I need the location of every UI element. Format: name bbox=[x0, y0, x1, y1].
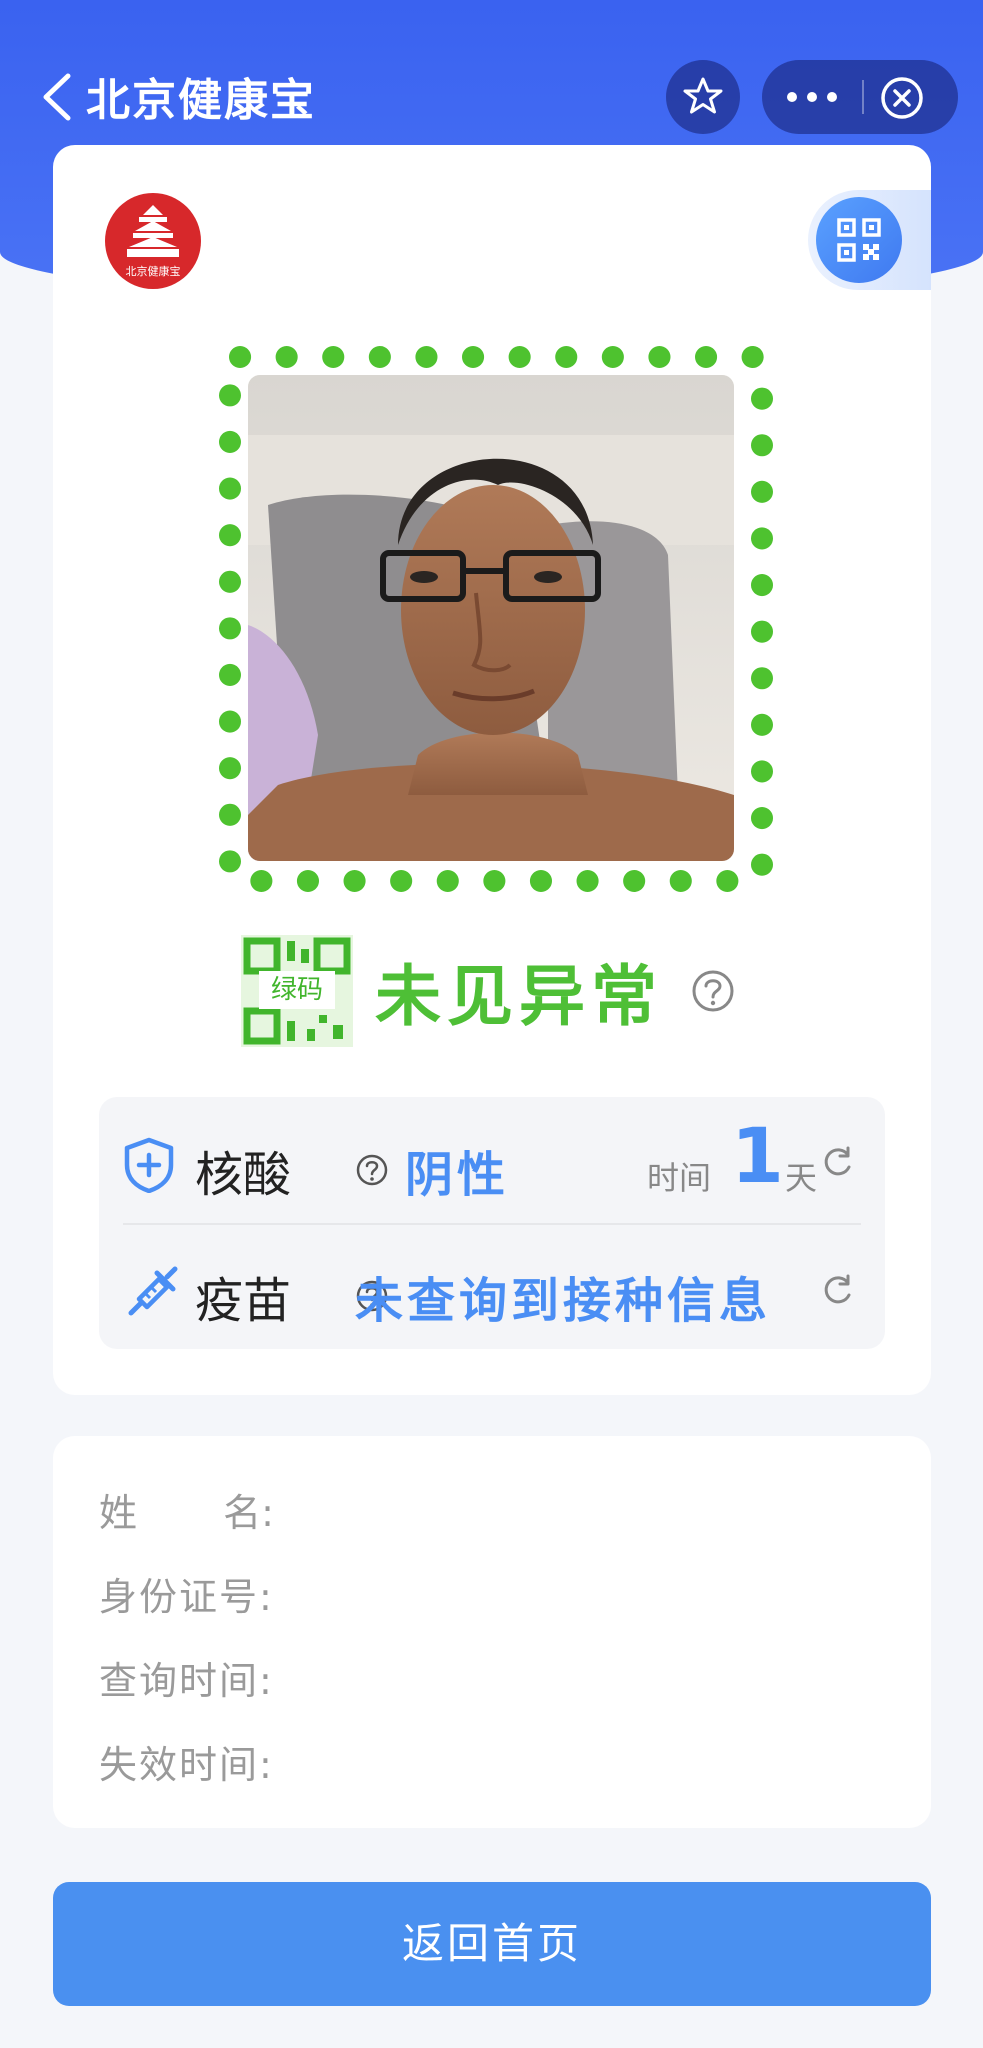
query-time-label: 查询时间: bbox=[99, 1659, 274, 1703]
test-status-box: 核酸 阴性 时间 1 天 疫苗 未查询到接种信息 bbox=[99, 1097, 885, 1349]
row-divider bbox=[123, 1223, 861, 1225]
id-number-label: 身份证号: bbox=[99, 1575, 274, 1619]
name-label: 姓 名: bbox=[99, 1491, 274, 1535]
menu-capsule bbox=[762, 60, 958, 134]
logo-caption: 北京健康宝 bbox=[125, 265, 181, 278]
user-photo bbox=[248, 375, 734, 861]
green-code-badge: 绿码 bbox=[241, 935, 353, 1047]
capsule-divider bbox=[862, 80, 864, 114]
favorite-button[interactable] bbox=[666, 60, 740, 134]
photo-frame bbox=[218, 345, 774, 893]
question-circle-icon bbox=[692, 970, 734, 1012]
shield-plus-icon bbox=[124, 1137, 174, 1193]
return-home-label: 返回首页 bbox=[401, 1919, 582, 1968]
back-button[interactable] bbox=[38, 70, 78, 124]
qr-code-tab bbox=[808, 190, 931, 290]
ellipsis-icon bbox=[787, 92, 837, 102]
more-button[interactable] bbox=[782, 77, 842, 117]
nucleic-refresh-icon[interactable] bbox=[821, 1145, 855, 1179]
test-time-unit: 天 bbox=[785, 1159, 818, 1197]
nucleic-label: 核酸 bbox=[195, 1147, 292, 1203]
qr-code-icon bbox=[837, 218, 881, 262]
app-title: 北京健康宝 bbox=[86, 75, 316, 126]
close-button[interactable] bbox=[880, 76, 924, 120]
expire-time-label: 失效时间: bbox=[99, 1743, 274, 1787]
return-home-button[interactable]: 返回首页 bbox=[53, 1882, 931, 2006]
green-code-label: 绿码 bbox=[259, 971, 335, 1009]
vaccine-result: 未查询到接种信息 bbox=[355, 1273, 772, 1329]
nucleic-help-icon[interactable] bbox=[355, 1153, 389, 1187]
star-icon bbox=[683, 77, 723, 114]
personal-info-card: 姓 名: 身份证号: 查询时间: 失效时间: bbox=[53, 1436, 931, 1828]
vaccine-refresh-icon[interactable] bbox=[821, 1273, 855, 1307]
health-code-card: 北京健康宝 绿码 未见异常 核酸 阴性 时间 1 天 疫苗 未查询到接种信息 bbox=[53, 145, 931, 1395]
syringe-icon bbox=[128, 1266, 178, 1316]
test-time-value: 1 bbox=[731, 1111, 784, 1200]
nucleic-result: 阴性 bbox=[405, 1147, 510, 1203]
beijing-health-logo: 北京健康宝 bbox=[105, 193, 201, 289]
health-status-text: 未见异常 bbox=[375, 958, 663, 1035]
close-circle-icon bbox=[881, 77, 923, 119]
vaccine-label: 疫苗 bbox=[195, 1273, 292, 1329]
test-time-label: 时间 bbox=[647, 1159, 712, 1197]
chevron-left-icon bbox=[43, 73, 71, 121]
top-bar: 北京健康宝 bbox=[0, 0, 983, 150]
qr-code-button[interactable] bbox=[816, 197, 902, 283]
health-status-row: 绿码 未见异常 bbox=[241, 935, 801, 1047]
portrait-image bbox=[248, 375, 734, 861]
status-help-button[interactable] bbox=[691, 969, 735, 1013]
